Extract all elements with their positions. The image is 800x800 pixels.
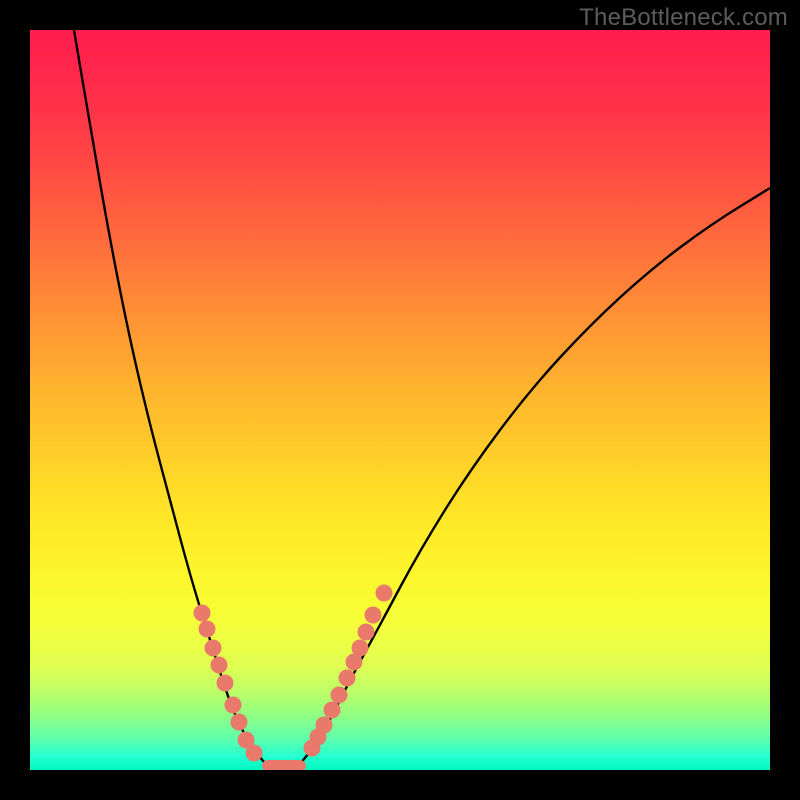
bead-dot	[352, 640, 369, 657]
bead-dot	[339, 670, 356, 687]
right-curve	[298, 188, 770, 766]
plot-area	[30, 30, 770, 770]
left-curve	[74, 30, 268, 766]
bead-dot	[217, 675, 234, 692]
bead-dot	[246, 745, 263, 762]
bead-dot	[331, 687, 348, 704]
bead-dot	[324, 702, 341, 719]
bead-dot	[376, 585, 393, 602]
beads-right-group	[304, 585, 393, 757]
bead-dot	[211, 657, 228, 674]
bead-dot	[205, 640, 222, 657]
watermark-text: TheBottleneck.com	[579, 4, 788, 32]
bead-dot	[365, 607, 382, 624]
bead-dot	[194, 605, 211, 622]
curves-svg	[30, 30, 770, 770]
chart-frame: TheBottleneck.com	[0, 0, 800, 800]
bead-dot	[316, 717, 333, 734]
bead-dot	[199, 621, 216, 638]
bead-dot	[225, 697, 242, 714]
bead-bottom-bar	[262, 760, 306, 770]
beads-left-group	[194, 605, 263, 762]
bead-dot	[358, 624, 375, 641]
bead-dot	[231, 714, 248, 731]
